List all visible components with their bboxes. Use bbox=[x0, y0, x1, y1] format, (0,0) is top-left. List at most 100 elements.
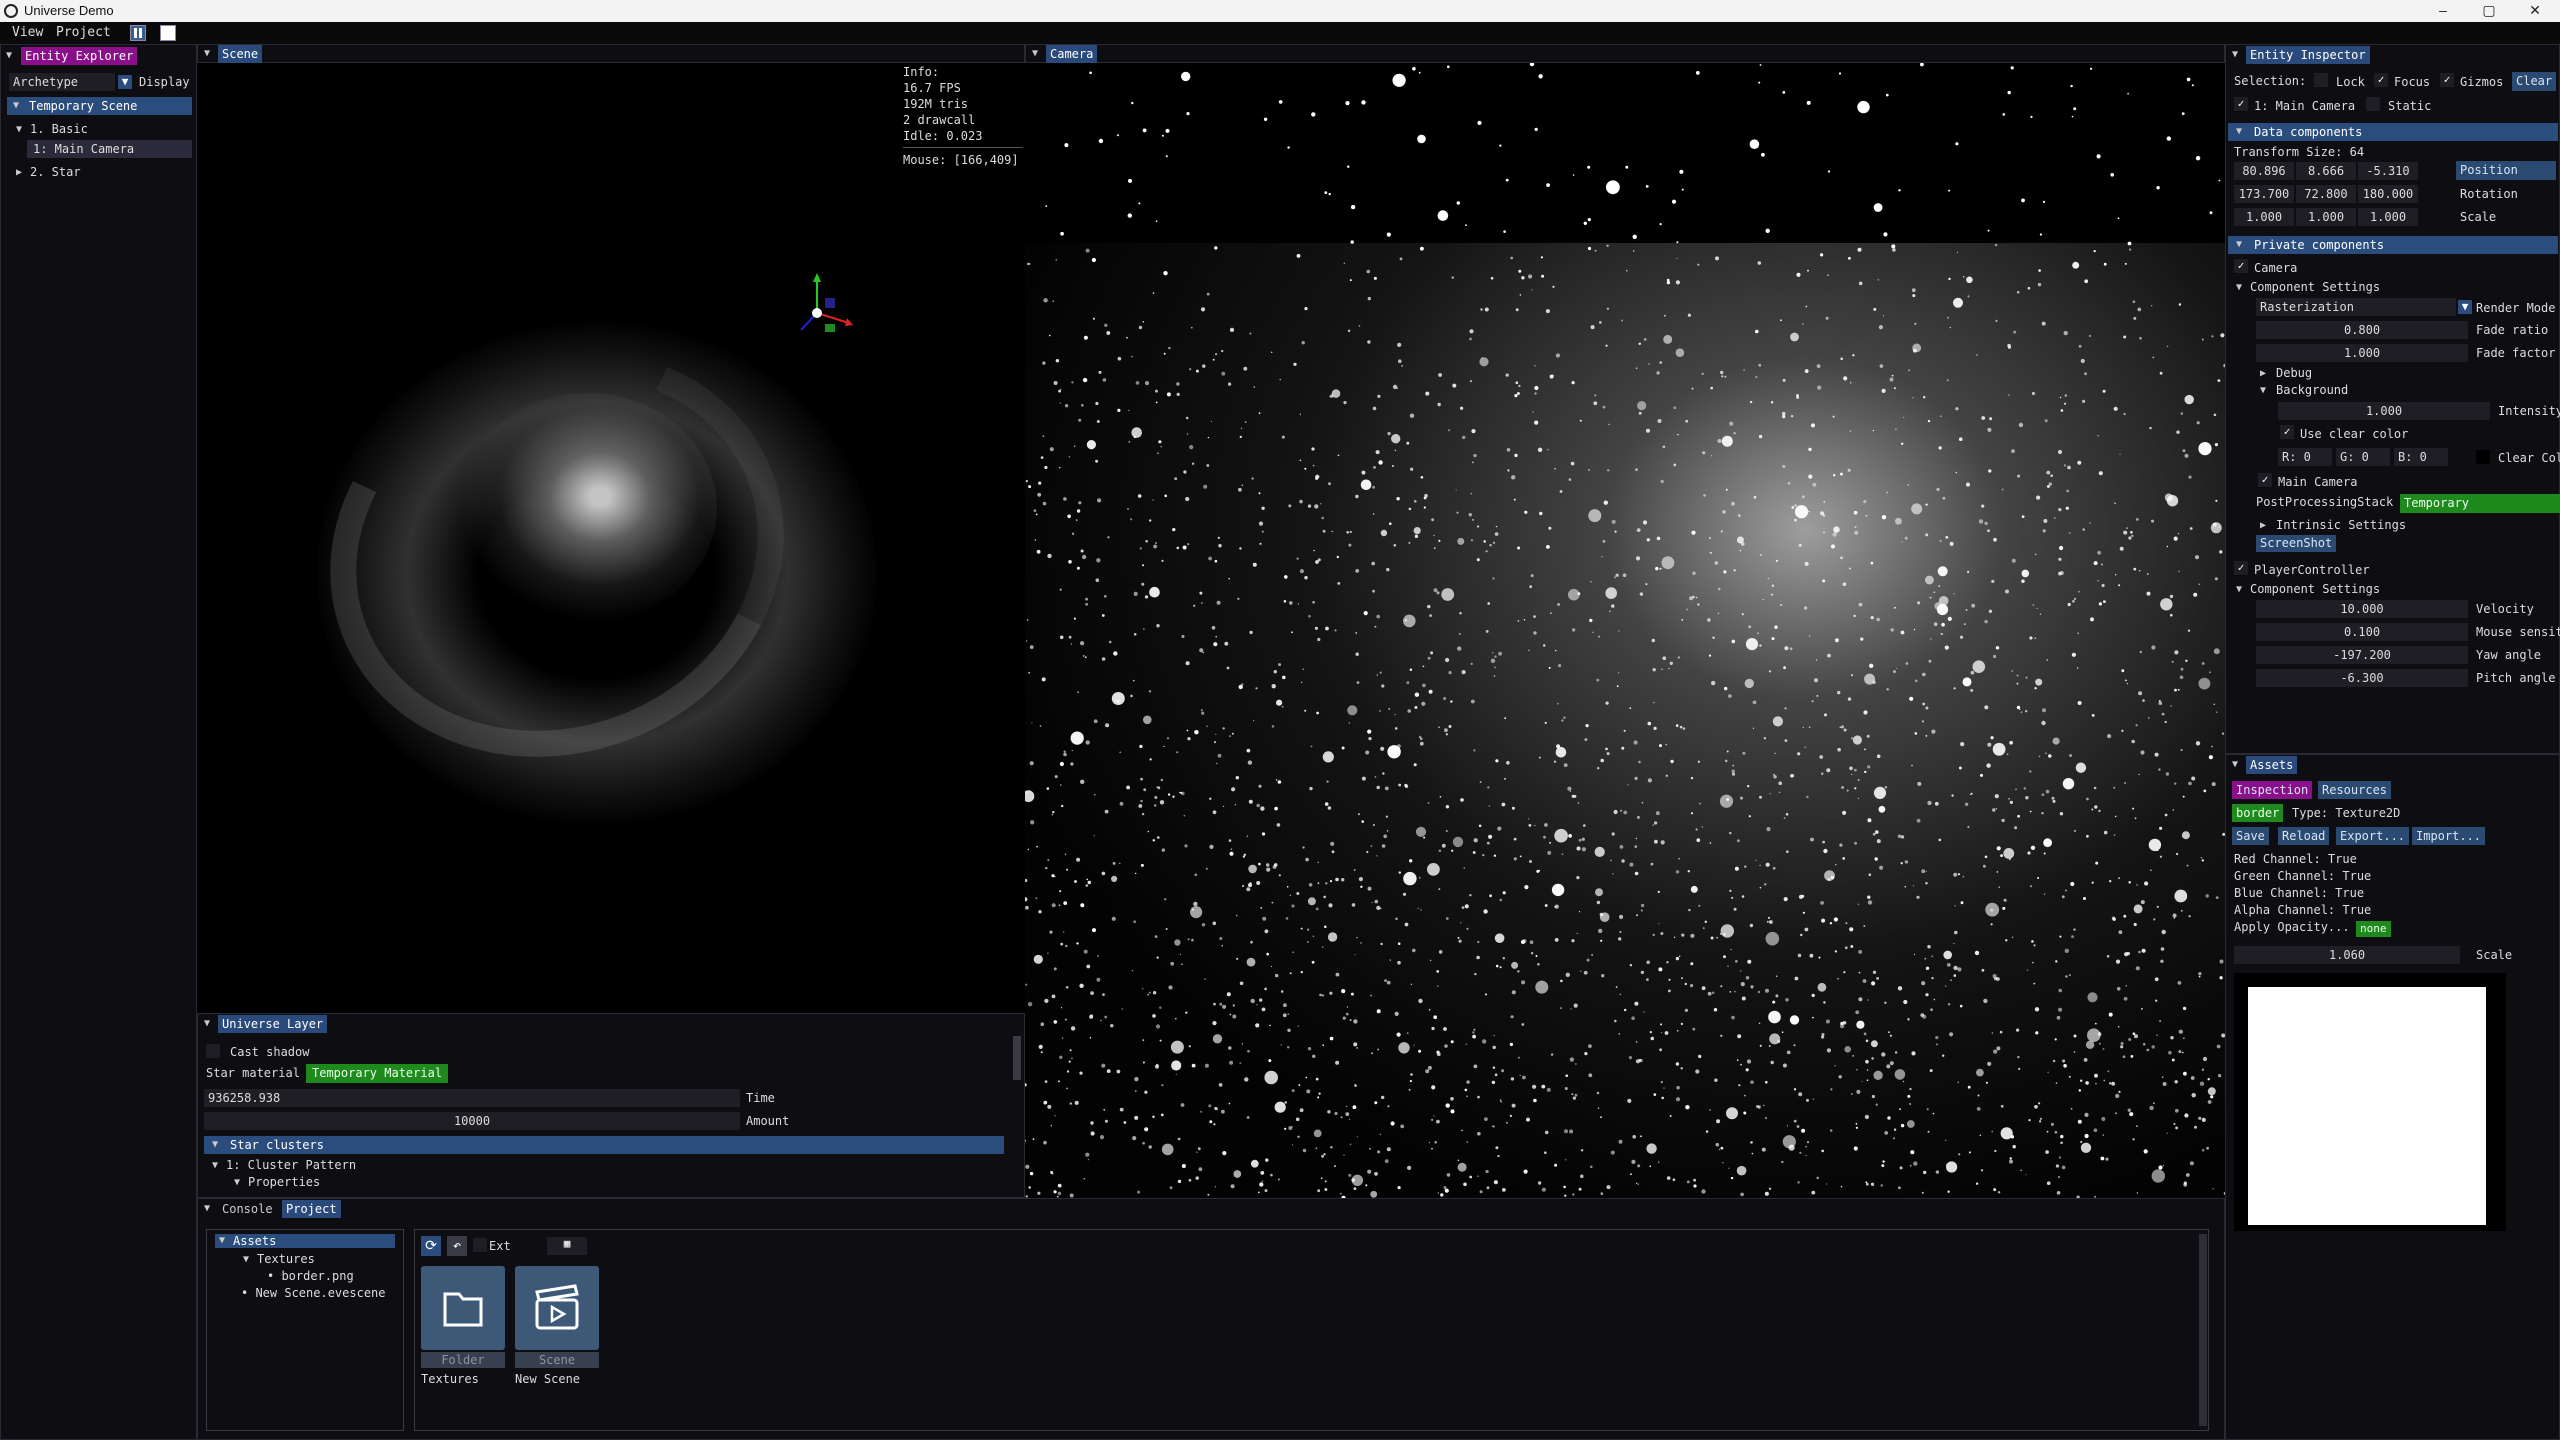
focus-checkbox[interactable]: ✓ bbox=[2374, 73, 2388, 87]
back-icon[interactable]: ↶ bbox=[447, 1236, 467, 1256]
background-label[interactable]: Background bbox=[2276, 383, 2348, 397]
camera-viewport[interactable] bbox=[1025, 63, 2225, 1198]
expand-icon[interactable]: ▼ bbox=[2260, 385, 2266, 396]
cast-shadow-checkbox[interactable] bbox=[206, 1044, 220, 1058]
data-components-header[interactable]: ▼ Data components bbox=[2228, 123, 2558, 141]
scale-x[interactable]: 1.000 bbox=[2234, 208, 2294, 226]
expand-icon[interactable]: ▼ bbox=[2236, 584, 2242, 595]
velocity-input[interactable]: 10.000 bbox=[2256, 600, 2468, 618]
tab-resources[interactable]: Resources bbox=[2318, 781, 2392, 799]
scrollbar[interactable] bbox=[2199, 1234, 2207, 1426]
view-mode-icon[interactable]: ▦ bbox=[547, 1237, 587, 1255]
panel-menu-icon[interactable]: ▼ bbox=[204, 1018, 210, 1029]
file-name[interactable]: New Scene bbox=[515, 1372, 580, 1386]
clear-color-b[interactable]: B: 0 bbox=[2394, 448, 2448, 466]
clear-color-r[interactable]: R: 0 bbox=[2278, 448, 2332, 466]
rotation-z[interactable]: 180.000 bbox=[2358, 185, 2418, 203]
cluster-pattern-item[interactable]: 1: Cluster Pattern bbox=[226, 1158, 356, 1172]
tree-item-textures[interactable]: Textures bbox=[257, 1252, 315, 1266]
close-button[interactable]: ✕ bbox=[2512, 0, 2558, 22]
save-button[interactable]: Save bbox=[2232, 827, 2269, 845]
pps-button[interactable]: Temporary PostProcessi bbox=[2400, 494, 2560, 513]
tab-entity-explorer[interactable]: Entity Explorer bbox=[21, 47, 138, 65]
tree-item-new-scene[interactable]: • New Scene.evescene bbox=[241, 1286, 386, 1300]
tree-item-basic[interactable]: 1. Basic bbox=[30, 122, 88, 136]
stop-icon[interactable] bbox=[160, 25, 176, 41]
scene-icon[interactable] bbox=[515, 1266, 599, 1350]
screenshot-button[interactable]: ScreenShot bbox=[2256, 535, 2337, 552]
panel-menu-icon[interactable]: ▼ bbox=[204, 1203, 210, 1214]
pitch-angle-input[interactable]: -6.300 bbox=[2256, 669, 2468, 687]
use-clear-color-checkbox[interactable]: ✓ bbox=[2280, 425, 2294, 439]
yaw-angle-input[interactable]: -197.200 bbox=[2256, 646, 2468, 664]
expand-icon[interactable]: ▼ bbox=[16, 124, 22, 135]
opacity-value-button[interactable]: none bbox=[2356, 921, 2391, 937]
private-components-header[interactable]: ▼ Private components bbox=[2228, 236, 2558, 254]
refresh-icon[interactable]: ⟳ bbox=[421, 1236, 441, 1256]
fade-ratio-input[interactable]: 0.800 bbox=[2256, 321, 2468, 339]
tab-scene[interactable]: Scene bbox=[218, 45, 263, 63]
export-button[interactable]: Export... bbox=[2336, 827, 2410, 845]
scrollbar-thumb[interactable] bbox=[1013, 1036, 1021, 1080]
clear-color-swatch[interactable] bbox=[2476, 450, 2490, 464]
panel-menu-icon[interactable]: ▼ bbox=[204, 48, 210, 59]
rotation-x[interactable]: 173.700 bbox=[2234, 185, 2294, 203]
scene-header[interactable]: ▼ Temporary Scene bbox=[7, 97, 192, 115]
clear-button[interactable]: Clear bbox=[2512, 72, 2557, 91]
expand-icon[interactable]: ▼ bbox=[243, 1254, 249, 1265]
collapse-icon[interactable]: ▶ bbox=[16, 167, 22, 178]
lock-checkbox[interactable] bbox=[2314, 73, 2328, 87]
debug-label[interactable]: Debug bbox=[2276, 366, 2312, 380]
panel-menu-icon[interactable]: ▼ bbox=[2232, 759, 2238, 770]
tab-assets[interactable]: Assets bbox=[2246, 756, 2298, 774]
tab-project[interactable]: Project bbox=[282, 1200, 341, 1218]
entity-enabled-checkbox[interactable]: ✓ bbox=[2234, 97, 2248, 111]
tab-universe-layer[interactable]: Universe Layer bbox=[218, 1015, 328, 1033]
menu-view[interactable]: View bbox=[12, 25, 43, 40]
scene-viewport[interactable]: Info: 16.7 FPS 192M tris 2 drawcall Idle… bbox=[197, 63, 1025, 1013]
import-button[interactable]: Import... bbox=[2412, 827, 2486, 845]
expand-icon[interactable]: ▼ bbox=[212, 1160, 218, 1171]
chevron-down-icon[interactable]: ▼ bbox=[118, 75, 132, 89]
render-mode-select[interactable]: Rasterization bbox=[2256, 298, 2456, 316]
camera-checkbox[interactable]: ✓ bbox=[2234, 259, 2248, 273]
rotation-y[interactable]: 72.800 bbox=[2296, 185, 2356, 203]
archetype-select[interactable]: Archetype bbox=[9, 73, 115, 91]
tree-item-main-camera[interactable]: 1: Main Camera bbox=[27, 140, 192, 158]
panel-menu-icon[interactable]: ▼ bbox=[2232, 49, 2238, 60]
amount-input[interactable]: 10000 bbox=[204, 1112, 740, 1130]
tab-inspection[interactable]: Inspection bbox=[2232, 781, 2313, 799]
maximize-button[interactable]: ▢ bbox=[2466, 0, 2512, 22]
collapse-icon[interactable]: ▶ bbox=[2260, 368, 2266, 379]
gizmos-checkbox[interactable]: ✓ bbox=[2440, 73, 2454, 87]
position-x[interactable]: 80.896 bbox=[2234, 162, 2294, 180]
pause-icon[interactable] bbox=[130, 25, 146, 41]
file-name[interactable]: Textures bbox=[421, 1372, 479, 1386]
folder-icon[interactable] bbox=[421, 1266, 505, 1350]
scale-y[interactable]: 1.000 bbox=[2296, 208, 2356, 226]
panel-menu-icon[interactable]: ▼ bbox=[6, 50, 12, 61]
collapse-icon[interactable]: ▶ bbox=[2260, 520, 2266, 531]
expand-icon[interactable]: ▼ bbox=[2236, 282, 2242, 293]
tab-entity-inspector[interactable]: Entity Inspector bbox=[2246, 46, 2370, 64]
tree-item-border[interactable]: • border.png bbox=[267, 1269, 354, 1283]
position-label[interactable]: Position bbox=[2456, 161, 2556, 180]
transform-gizmo-icon[interactable] bbox=[797, 268, 867, 348]
main-camera-checkbox[interactable]: ✓ bbox=[2258, 473, 2272, 487]
fade-factor-input[interactable]: 1.000 bbox=[2256, 344, 2468, 362]
tree-item-star[interactable]: 2. Star bbox=[30, 165, 81, 179]
clear-color-g[interactable]: G: 0 bbox=[2336, 448, 2390, 466]
star-clusters-header[interactable]: ▼ Star clusters bbox=[204, 1136, 1004, 1154]
position-y[interactable]: 8.666 bbox=[2296, 162, 2356, 180]
static-checkbox[interactable] bbox=[2366, 97, 2380, 111]
asset-name-button[interactable]: border bbox=[2232, 804, 2284, 822]
scale-z[interactable]: 1.000 bbox=[2358, 208, 2418, 226]
texture-scale-input[interactable]: 1.060 bbox=[2234, 946, 2460, 964]
player-controller-checkbox[interactable]: ✓ bbox=[2234, 561, 2248, 575]
minimize-button[interactable]: – bbox=[2420, 0, 2466, 22]
expand-icon[interactable]: ▼ bbox=[234, 1177, 240, 1188]
star-material-button[interactable]: Temporary Material bbox=[306, 1064, 449, 1083]
chevron-down-icon[interactable]: ▼ bbox=[2458, 300, 2472, 314]
tree-root-assets[interactable]: ▼ Assets bbox=[215, 1234, 395, 1248]
menu-project[interactable]: Project bbox=[56, 25, 111, 40]
